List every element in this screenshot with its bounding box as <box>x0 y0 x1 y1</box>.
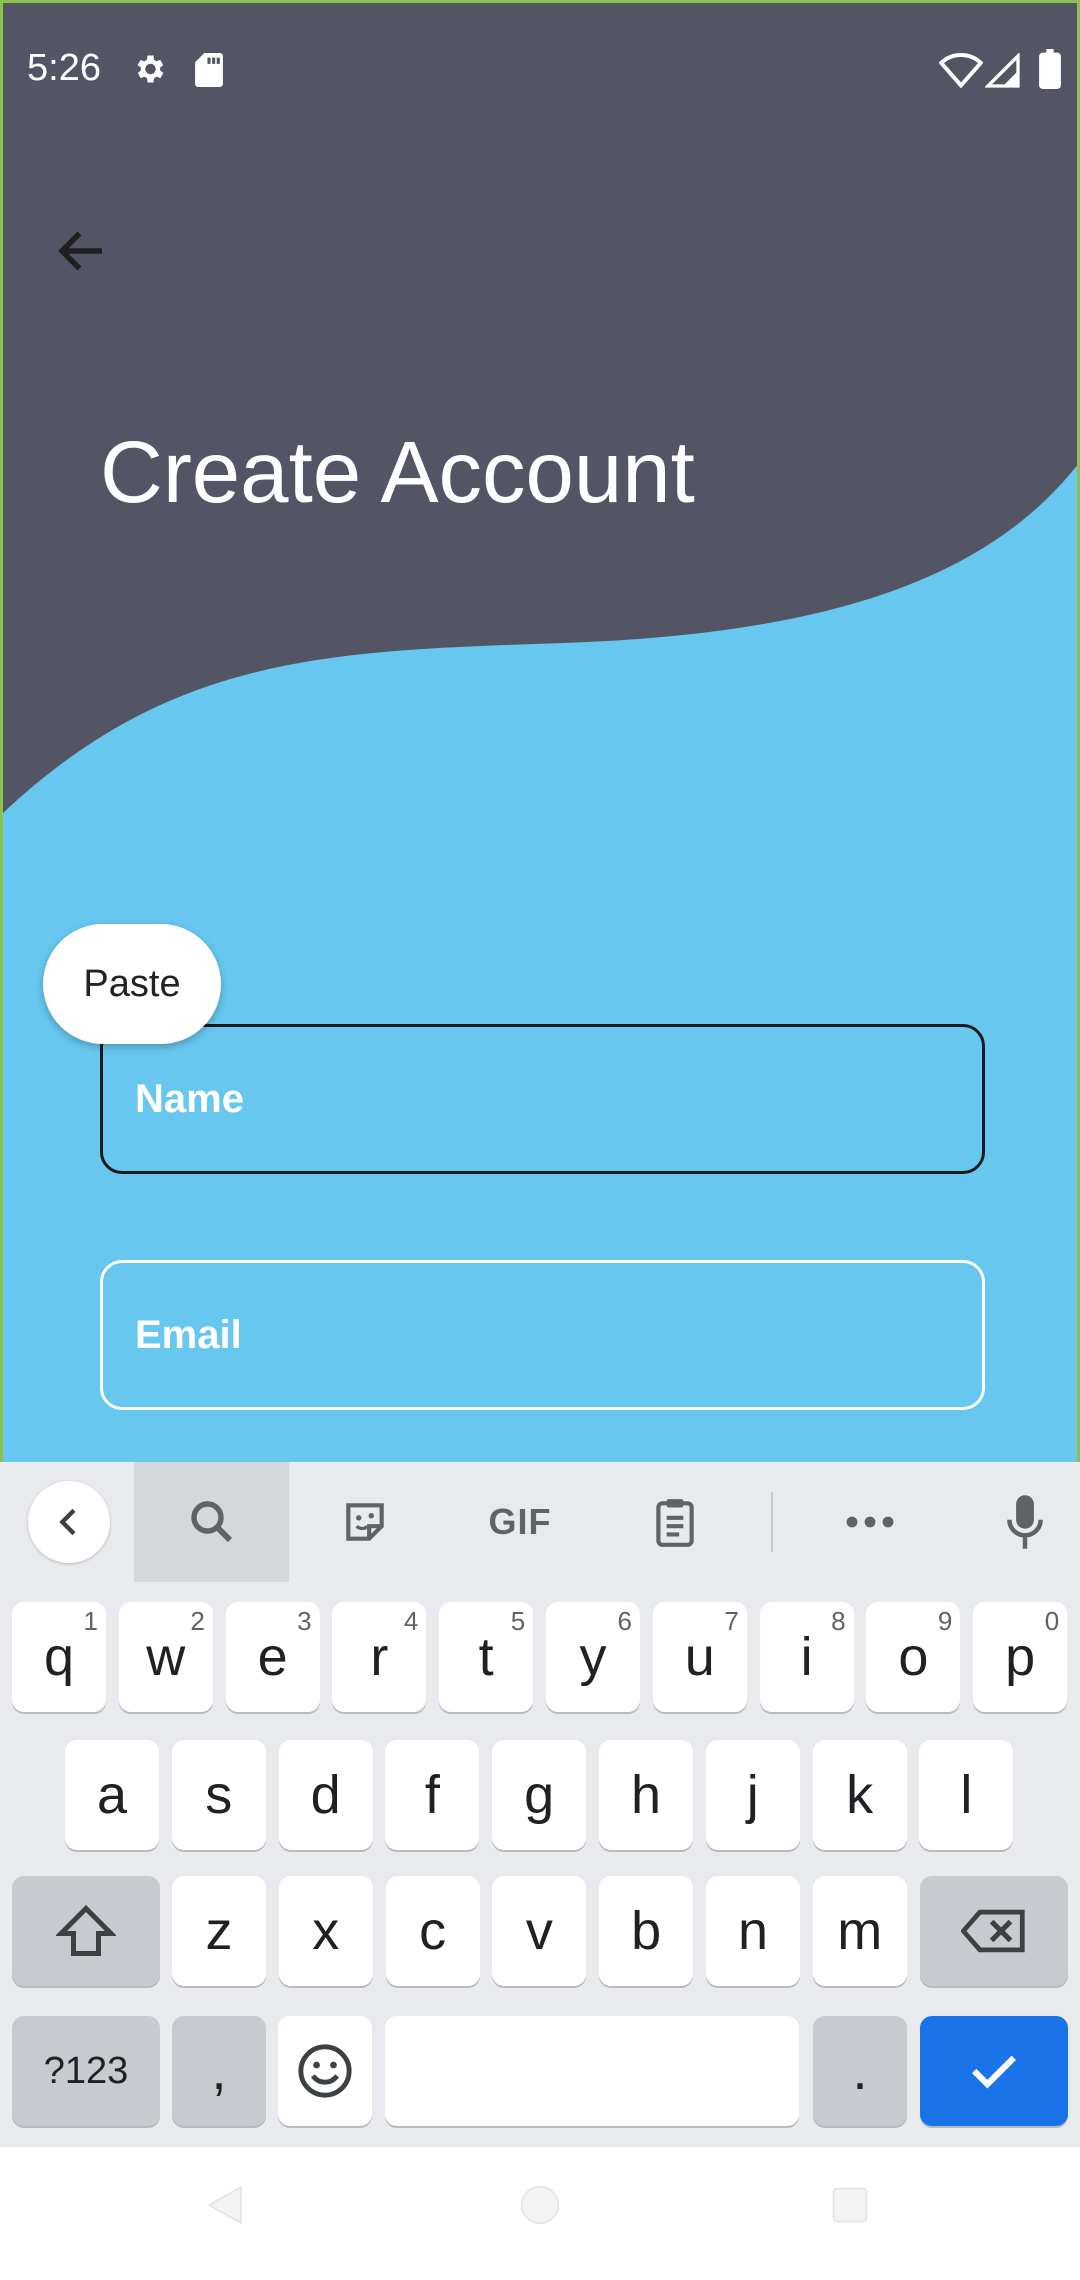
battery-icon <box>1039 49 1061 89</box>
toolbar-divider <box>771 1492 773 1552</box>
backspace-icon <box>961 1909 1025 1953</box>
symbols-key[interactable]: ?123 <box>12 2016 160 2126</box>
key-z[interactable]: z <box>172 1876 266 1986</box>
key-hint: 6 <box>617 1606 632 1636</box>
emoji-icon <box>298 2044 352 2098</box>
key-b[interactable]: b <box>599 1876 694 1986</box>
page-title: Create Account <box>100 424 695 521</box>
key-l[interactable]: l <box>919 1740 1014 1850</box>
key-hint: 7 <box>724 1606 739 1636</box>
mic-icon <box>1007 1495 1043 1549</box>
space-key[interactable] <box>385 2016 799 2126</box>
key-r[interactable]: r4 <box>332 1602 427 1712</box>
key-o[interactable]: o9 <box>866 1602 961 1712</box>
sd-card-icon <box>195 53 223 87</box>
key-y[interactable]: y6 <box>546 1602 640 1712</box>
key-d[interactable]: d <box>278 1740 373 1850</box>
key-h[interactable]: h <box>599 1740 693 1850</box>
nav-recents-icon[interactable] <box>828 2183 872 2227</box>
keyboard-mic-button[interactable] <box>975 1462 1075 1582</box>
key-x[interactable]: x <box>278 1876 373 1986</box>
backspace-key[interactable] <box>920 1876 1068 1986</box>
key-q[interactable]: q1 <box>12 1602 106 1712</box>
navigation-bar <box>0 2147 1080 2280</box>
shift-key[interactable] <box>12 1876 160 1986</box>
key-v[interactable]: v <box>492 1876 587 1986</box>
enter-key[interactable] <box>920 2016 1068 2126</box>
more-icon <box>846 1516 894 1528</box>
key-j[interactable]: j <box>705 1740 800 1850</box>
keyboard-toolbar: GIF <box>0 1462 1080 1582</box>
key-label: t <box>478 1627 494 1687</box>
key-n[interactable]: n <box>706 1876 800 1986</box>
name-placeholder: Name <box>135 1077 244 1121</box>
check-icon <box>972 2055 1016 2089</box>
emoji-key[interactable] <box>278 2016 372 2126</box>
keyboard-search-button[interactable] <box>134 1462 289 1582</box>
key-hint: 8 <box>831 1606 846 1636</box>
key-hint: 5 <box>510 1606 526 1636</box>
key-hint: 9 <box>937 1606 953 1636</box>
key-k[interactable]: k <box>812 1740 907 1850</box>
key-w[interactable]: w2 <box>118 1602 213 1712</box>
key-hint: 1 <box>83 1606 98 1636</box>
nav-home-icon[interactable] <box>518 2183 562 2227</box>
shift-icon <box>56 1904 116 1956</box>
keyboard-clipboard-button[interactable] <box>625 1462 725 1582</box>
key-label: u <box>684 1627 715 1687</box>
key-hint: 4 <box>403 1606 419 1636</box>
key-hint: 3 <box>297 1606 312 1636</box>
gear-icon <box>137 55 164 83</box>
key-s[interactable]: s <box>171 1740 266 1850</box>
keyboard-more-button[interactable] <box>820 1462 920 1582</box>
key-label: r <box>370 1627 389 1687</box>
clipboard-icon <box>656 1499 694 1547</box>
key-label: i <box>800 1627 813 1687</box>
paste-button[interactable]: Paste <box>43 924 221 1044</box>
status-time: 5:26 <box>27 47 101 89</box>
key-label: w <box>146 1627 186 1687</box>
keyboard-sticker-button[interactable] <box>310 1462 420 1582</box>
keyboard-back-button[interactable] <box>24 1462 114 1582</box>
key-p[interactable]: p0 <box>973 1602 1068 1712</box>
key-label: e <box>257 1627 288 1687</box>
key-i[interactable]: i8 <box>759 1602 854 1712</box>
key-hint: 2 <box>190 1606 205 1636</box>
key-label: o <box>898 1627 929 1687</box>
key-u[interactable]: u7 <box>652 1602 747 1712</box>
soft-keyboard: GIF q1w2e3r4t5y6u7i8o9p0 asdfghjkl zxcvb… <box>0 1462 1080 2147</box>
header-wave <box>3 3 1077 813</box>
key-label: y <box>579 1627 607 1687</box>
signal-icon <box>985 53 1020 88</box>
name-field[interactable]: Name <box>100 1024 985 1174</box>
key-f[interactable]: f <box>385 1740 480 1850</box>
comma-key[interactable]: , <box>172 2016 266 2126</box>
key-hint: 0 <box>1044 1606 1060 1636</box>
sticker-icon <box>346 1503 384 1541</box>
key-g[interactable]: g <box>492 1740 587 1850</box>
chevron-left-icon <box>59 1508 76 1536</box>
period-key[interactable]: . <box>813 2016 907 2126</box>
key-m[interactable]: m <box>812 1876 907 1986</box>
key-e[interactable]: e3 <box>225 1602 320 1712</box>
keyboard-gif-button[interactable]: GIF <box>465 1462 575 1582</box>
app-screen: 5:26 Create Account Name Email Paste <box>0 0 1080 1462</box>
key-label: p <box>1005 1627 1036 1687</box>
search-icon <box>190 1501 232 1543</box>
key-t[interactable]: t5 <box>439 1602 534 1712</box>
back-arrow-icon[interactable] <box>47 221 117 281</box>
nav-back-icon[interactable] <box>200 2183 250 2227</box>
key-c[interactable]: c <box>385 1876 480 1986</box>
key-label: q <box>43 1627 75 1687</box>
status-bar: 5:26 <box>3 3 1077 137</box>
key-a[interactable]: a <box>65 1740 159 1850</box>
email-placeholder: Email <box>135 1313 242 1357</box>
wifi-icon <box>939 53 983 89</box>
email-field[interactable]: Email <box>100 1260 985 1410</box>
